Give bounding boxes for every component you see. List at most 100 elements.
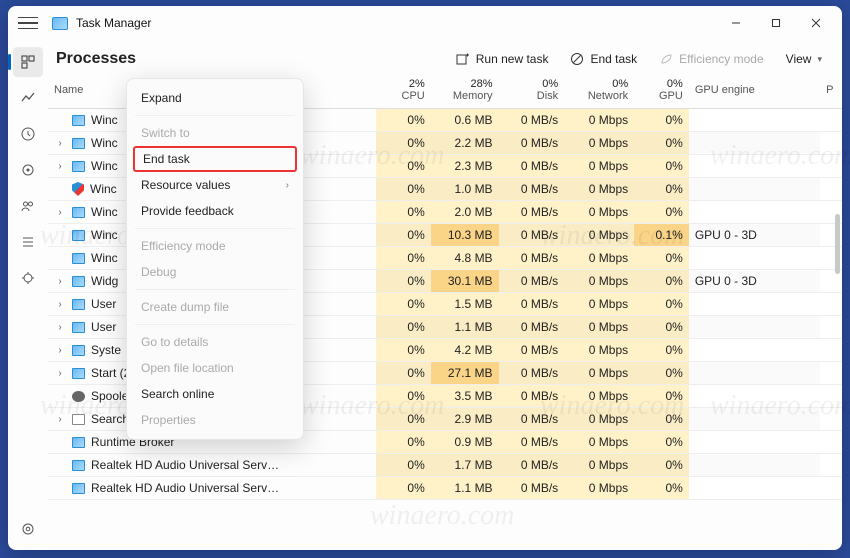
cell-cpu: 0% (376, 431, 431, 454)
cell-cpu: 0% (376, 385, 431, 408)
cell-gpu-engine (689, 293, 820, 316)
col-p[interactable]: P (820, 74, 842, 109)
run-new-task-button[interactable]: Run new task (450, 48, 555, 70)
cell-net: 0 Mbps (564, 270, 634, 293)
expand-chevron-icon[interactable]: › (54, 207, 66, 218)
cell-cpu: 0% (376, 270, 431, 293)
process-icon (72, 322, 85, 333)
cell-mem: 2.0 MB (431, 201, 499, 224)
nav-details[interactable] (13, 227, 43, 257)
cell-net: 0 Mbps (564, 132, 634, 155)
cell-net: 0 Mbps (564, 109, 634, 132)
cell-disk: 0 MB/s (499, 201, 565, 224)
process-name: Winc (90, 182, 117, 196)
ctx-go-to-details: Go to details (127, 329, 303, 355)
process-icon (72, 391, 85, 402)
nav-settings[interactable] (13, 514, 43, 544)
ctx-efficiency-mode: Efficiency mode (127, 233, 303, 259)
cell-mem: 0.6 MB (431, 109, 499, 132)
col-cpu[interactable]: 2%CPU (376, 74, 431, 109)
minimize-button[interactable] (716, 9, 756, 37)
ctx-debug: Debug (127, 259, 303, 285)
page-title: Processes (56, 50, 136, 68)
nav-processes[interactable] (13, 47, 43, 77)
hamburger-menu-button[interactable] (18, 13, 38, 33)
cell-disk: 0 MB/s (499, 155, 565, 178)
cell-net: 0 Mbps (564, 293, 634, 316)
expand-chevron-icon[interactable]: › (54, 368, 66, 379)
expand-chevron-icon[interactable]: › (54, 345, 66, 356)
process-name: Realtek HD Audio Universal Serv… (91, 458, 279, 472)
cell-disk: 0 MB/s (499, 109, 565, 132)
ctx-open-file-location: Open file location (127, 355, 303, 381)
process-icon (72, 161, 85, 172)
cell-disk: 0 MB/s (499, 362, 565, 385)
ctx-resource-values[interactable]: Resource values› (127, 172, 303, 198)
col-gpu[interactable]: 0%GPU (634, 74, 689, 109)
expand-chevron-icon[interactable]: › (54, 299, 66, 310)
cell-mem: 4.8 MB (431, 247, 499, 270)
nav-performance[interactable] (13, 83, 43, 113)
expand-chevron-icon[interactable]: › (54, 138, 66, 149)
cell-gpu-engine (689, 109, 820, 132)
cell-gpu-engine: GPU 0 - 3D (689, 224, 820, 247)
end-task-button[interactable]: End task (564, 48, 643, 70)
expand-chevron-icon[interactable]: › (54, 414, 66, 425)
table-row[interactable]: Realtek HD Audio Universal Serv…0%1.1 MB… (48, 477, 842, 500)
cell-gpu: 0% (634, 339, 689, 362)
process-icon (72, 414, 85, 425)
process-icon (72, 115, 85, 126)
expand-chevron-icon[interactable]: › (54, 322, 66, 333)
cell-mem: 27.1 MB (431, 362, 499, 385)
cell-gpu: 0% (634, 454, 689, 477)
cell-disk: 0 MB/s (499, 454, 565, 477)
cell-net: 0 Mbps (564, 201, 634, 224)
cell-mem: 1.0 MB (431, 178, 499, 201)
expand-chevron-icon[interactable]: › (54, 276, 66, 287)
nav-services[interactable] (13, 263, 43, 293)
process-name: Syste (91, 343, 121, 357)
app-title: Task Manager (76, 16, 151, 30)
task-manager-window: Task Manager (8, 6, 842, 550)
process-name: User (91, 320, 116, 334)
process-name: Winc (91, 113, 118, 127)
maximize-button[interactable] (756, 9, 796, 37)
leaf-icon (659, 52, 673, 66)
cell-gpu-engine (689, 155, 820, 178)
nav-users[interactable] (13, 191, 43, 221)
col-network[interactable]: 0%Network (564, 74, 634, 109)
process-name: Realtek HD Audio Universal Serv… (91, 481, 279, 495)
process-name: Winc (91, 136, 118, 150)
cell-mem: 30.1 MB (431, 270, 499, 293)
cell-gpu: 0% (634, 178, 689, 201)
ctx-provide-feedback[interactable]: Provide feedback (127, 198, 303, 224)
nav-app-history[interactable] (13, 119, 43, 149)
close-button[interactable] (796, 9, 836, 37)
cell-net: 0 Mbps (564, 339, 634, 362)
cell-cpu: 0% (376, 477, 431, 500)
cell-gpu-engine (689, 431, 820, 454)
nav-startup[interactable] (13, 155, 43, 185)
table-row[interactable]: Realtek HD Audio Universal Serv…0%1.7 MB… (48, 454, 842, 477)
scrollbar-thumb[interactable] (835, 214, 840, 274)
view-dropdown[interactable]: View ▾ (780, 48, 828, 70)
ctx-end-task[interactable]: End task (133, 146, 297, 172)
cell-disk: 0 MB/s (499, 247, 565, 270)
col-gpu-engine[interactable]: GPU engine (689, 74, 820, 109)
cell-gpu: 0% (634, 155, 689, 178)
cell-disk: 0 MB/s (499, 178, 565, 201)
cell-mem: 1.1 MB (431, 316, 499, 339)
cell-cpu: 0% (376, 316, 431, 339)
ctx-expand[interactable]: Expand (127, 85, 303, 111)
cell-net: 0 Mbps (564, 362, 634, 385)
expand-chevron-icon[interactable]: › (54, 161, 66, 172)
col-memory[interactable]: 28%Memory (431, 74, 499, 109)
cell-mem: 1.5 MB (431, 293, 499, 316)
cell-mem: 2.3 MB (431, 155, 499, 178)
process-icon (72, 437, 85, 448)
col-disk[interactable]: 0%Disk (499, 74, 565, 109)
cell-disk: 0 MB/s (499, 385, 565, 408)
ctx-search-online[interactable]: Search online (127, 381, 303, 407)
cell-cpu: 0% (376, 201, 431, 224)
app-icon (52, 17, 68, 30)
